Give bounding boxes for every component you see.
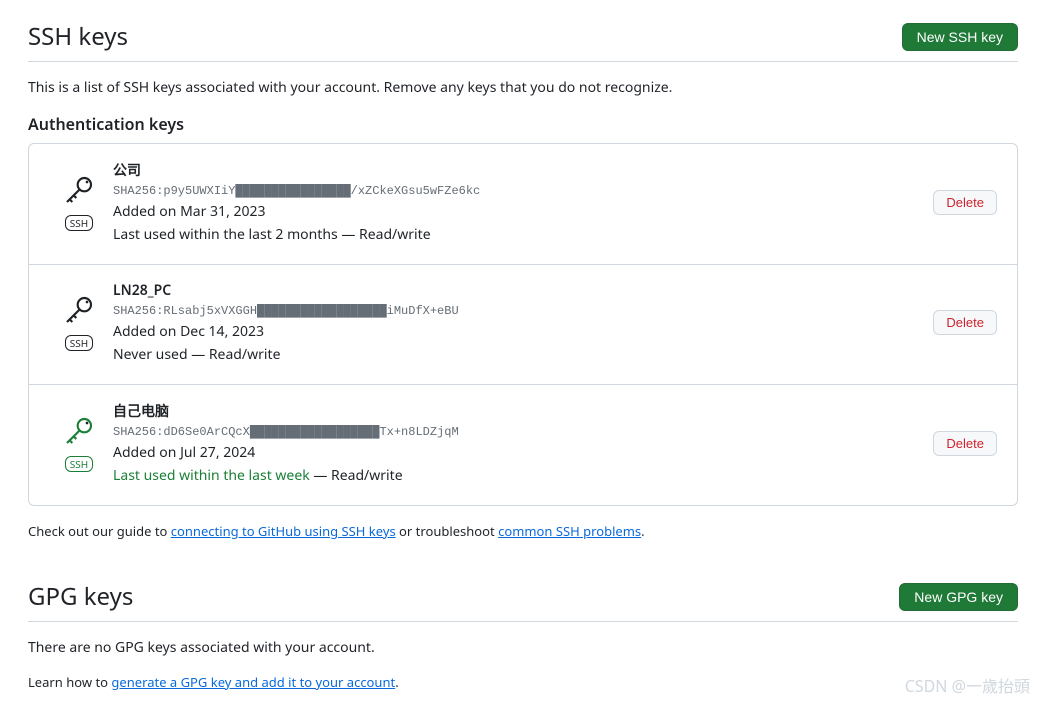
ssh-guide-text: Check out our guide to connecting to Git… [28,522,1018,540]
key-last-used: Last used within the last 2 months — Rea… [113,225,933,244]
ssh-key-item: SSH LN28_PC SHA256:RLsabj5xVXGGH████████… [29,265,1017,385]
key-name: 公司 [113,160,933,180]
key-added-date: Added on Mar 31, 2023 [113,202,933,221]
ssh-title: SSH keys [28,20,128,53]
key-fingerprint: SHA256:p9y5UWXIiY████████████████/xZCkeX… [113,184,933,198]
key-icon [63,174,95,211]
ssh-key-item: SSH 自己电脑 SHA256:dD6Se0ArCQcX████████████… [29,385,1017,505]
new-gpg-key-button[interactable]: New GPG key [899,583,1018,611]
key-icon [63,415,95,452]
gpg-empty-text: There are no GPG keys associated with yo… [28,638,1018,657]
gpg-title: GPG keys [28,580,133,613]
key-name: 自己电脑 [113,401,933,421]
key-details: LN28_PC SHA256:RLsabj5xVXGGH████████████… [113,281,933,364]
ssh-intro-text: This is a list of SSH keys associated wi… [28,78,1018,97]
key-added-date: Added on Jul 27, 2024 [113,443,933,462]
key-last-used: Last used within the last week — Read/wr… [113,466,933,485]
key-details: 自己电脑 SHA256:dD6Se0ArCQcX████████████████… [113,401,933,485]
gpg-section-header: GPG keys New GPG key [28,580,1018,622]
key-fingerprint: SHA256:dD6Se0ArCQcX██████████████████Tx+… [113,425,933,439]
delete-key-button[interactable]: Delete [933,190,997,215]
delete-key-button[interactable]: Delete [933,310,997,335]
ssh-problems-link[interactable]: common SSH problems [498,522,641,540]
ssh-badge: SSH [65,456,93,472]
key-icon-wrap: SSH [61,415,97,472]
gpg-learn-text: Learn how to generate a GPG key and add … [28,673,1018,691]
key-icon [63,294,95,331]
ssh-badge: SSH [65,215,93,231]
ssh-badge: SSH [65,335,93,351]
ssh-guide-link[interactable]: connecting to GitHub using SSH keys [171,522,396,540]
delete-key-button[interactable]: Delete [933,431,997,456]
auth-keys-heading: Authentication keys [28,113,1018,135]
new-ssh-key-button[interactable]: New SSH key [902,23,1018,51]
key-fingerprint: SHA256:RLsabj5xVXGGH██████████████████iM… [113,304,933,318]
ssh-key-item: SSH 公司 SHA256:p9y5UWXIiY████████████████… [29,144,1017,265]
key-icon-wrap: SSH [61,294,97,351]
key-name: LN28_PC [113,281,933,300]
key-details: 公司 SHA256:p9y5UWXIiY████████████████/xZC… [113,160,933,244]
ssh-key-list: SSH 公司 SHA256:p9y5UWXIiY████████████████… [28,143,1018,506]
key-icon-wrap: SSH [61,174,97,231]
key-added-date: Added on Dec 14, 2023 [113,322,933,341]
ssh-section-header: SSH keys New SSH key [28,20,1018,62]
gpg-learn-link[interactable]: generate a GPG key and add it to your ac… [111,673,395,691]
key-last-used: Never used — Read/write [113,345,933,364]
